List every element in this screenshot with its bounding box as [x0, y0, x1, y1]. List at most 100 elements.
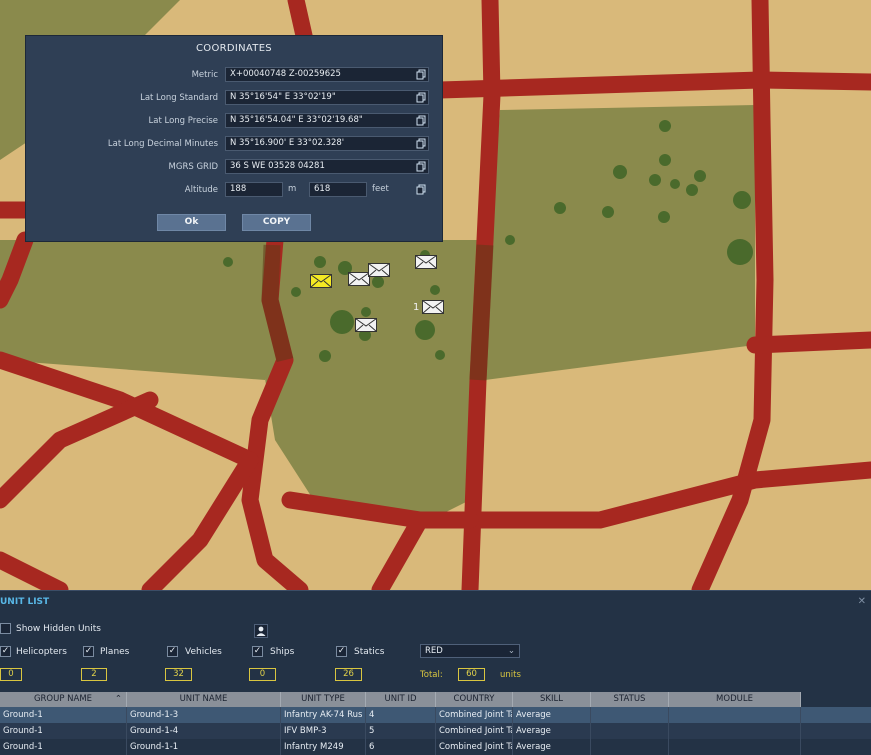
latlong-decimal-row: Lat Long Decimal Minutes N 35°16.900' E …: [26, 136, 444, 152]
altitude-meters-field[interactable]: 188: [225, 182, 283, 197]
map-unit-number: 1: [413, 302, 420, 313]
latlong-precise-field[interactable]: N 35°16'54.04" E 33°02'19.68": [225, 113, 429, 128]
table-row[interactable]: Ground-1 Ground-1-3 Infantry AK-74 Rus v…: [0, 707, 871, 723]
total-label: Total:: [420, 670, 443, 680]
helicopters-count: 0: [0, 668, 22, 681]
copy-icon[interactable]: [416, 115, 427, 126]
planes-checkbox[interactable]: ✓: [83, 646, 94, 657]
planes-count: 2: [81, 668, 107, 681]
units-label: units: [500, 670, 521, 680]
show-hidden-checkbox[interactable]: [0, 623, 11, 634]
table-row[interactable]: Ground-1 Ground-1-1 Infantry M249 6 Comb…: [0, 739, 871, 755]
latlong-decimal-label: Lat Long Decimal Minutes: [107, 139, 218, 149]
group-name-cell: Ground-1: [0, 723, 127, 739]
unit-name-cell: Ground-1-4: [127, 723, 281, 739]
helicopters-label: Helicopters: [16, 647, 67, 657]
ships-checkbox[interactable]: ✓: [252, 646, 263, 657]
country-cell: Combined Joint Task Forces Red: [436, 723, 513, 739]
column-skill[interactable]: SKILL: [513, 692, 591, 707]
vehicles-label: Vehicles: [185, 647, 222, 657]
altitude-label: Altitude: [184, 185, 218, 195]
status-cell: [591, 739, 669, 755]
skill-cell: Average: [513, 739, 591, 755]
coalition-value: RED: [425, 646, 443, 656]
unit-type-cell: Infantry M249: [281, 739, 366, 755]
group-name-cell: Ground-1: [0, 707, 127, 723]
coalition-select[interactable]: RED ⌄: [420, 644, 520, 658]
skill-cell: Average: [513, 723, 591, 739]
country-cell: Combined Joint Task Forces Red: [436, 707, 513, 723]
statics-count: 26: [335, 668, 362, 681]
skill-cell: Average: [513, 707, 591, 723]
unit-envelope-icon[interactable]: [422, 300, 444, 314]
metric-row: Metric X+00040748 Z-00259625: [26, 67, 444, 83]
statics-checkbox[interactable]: ✓: [336, 646, 347, 657]
mgrs-field[interactable]: 36 S WE 03528 04281: [225, 159, 429, 174]
coordinates-dialog: COORDINATES Metric X+00040748 Z-00259625…: [25, 35, 443, 242]
unit-envelope-icon[interactable]: [348, 272, 370, 286]
column-unit-id[interactable]: UNIT ID: [366, 692, 436, 707]
copy-icon[interactable]: [416, 138, 427, 149]
latlong-precise-label: Lat Long Precise: [148, 116, 218, 126]
mgrs-row: MGRS GRID 36 S WE 03528 04281: [26, 159, 444, 175]
unit-id-cell: 4: [366, 707, 436, 723]
show-hidden-label: Show Hidden Units: [16, 624, 101, 634]
chevron-down-icon: ⌄: [507, 646, 515, 656]
unit-envelope-icon[interactable]: [368, 263, 390, 277]
copy-icon[interactable]: [416, 161, 427, 172]
ok-button[interactable]: Ok: [157, 214, 226, 231]
column-module[interactable]: MODULE: [669, 692, 801, 707]
vehicles-checkbox[interactable]: ✓: [167, 646, 178, 657]
unit-list-panel: UNIT LIST ✕ Show Hidden Units ✓ Helicopt…: [0, 590, 871, 755]
copy-icon[interactable]: [416, 69, 427, 80]
group-name-cell: Ground-1: [0, 739, 127, 755]
module-cell: [669, 707, 801, 723]
metric-field[interactable]: X+00040748 Z-00259625: [225, 67, 429, 82]
latlong-standard-label: Lat Long Standard: [140, 93, 218, 103]
unit-id-cell: 5: [366, 723, 436, 739]
table-row[interactable]: Ground-1 Ground-1-4 IFV BMP-3 5 Combined…: [0, 723, 871, 739]
close-icon[interactable]: ✕: [858, 596, 866, 607]
statics-label: Statics: [354, 647, 385, 657]
mgrs-label: MGRS GRID: [168, 162, 218, 172]
column-status[interactable]: STATUS: [591, 692, 669, 707]
unit-id-cell: 6: [366, 739, 436, 755]
table-header: GROUP NAME ⌃ UNIT NAME UNIT TYPE UNIT ID …: [0, 692, 871, 707]
ships-count: 0: [249, 668, 276, 681]
column-unit-type[interactable]: UNIT TYPE: [281, 692, 366, 707]
helicopters-checkbox[interactable]: ✓: [0, 646, 11, 657]
status-cell: [591, 723, 669, 739]
total-count: 60: [458, 668, 485, 681]
module-cell: [669, 739, 801, 755]
meters-unit-label: m: [288, 184, 297, 194]
dialog-title: COORDINATES: [196, 43, 272, 54]
latlong-decimal-field[interactable]: N 35°16.900' E 33°02.328': [225, 136, 429, 151]
metric-label: Metric: [191, 70, 218, 80]
latlong-standard-field[interactable]: N 35°16'54" E 33°02'19": [225, 90, 429, 105]
column-country[interactable]: COUNTRY: [436, 692, 513, 707]
selected-unit-envelope-icon[interactable]: [310, 274, 332, 288]
vehicles-count: 32: [165, 668, 192, 681]
latlong-standard-row: Lat Long Standard N 35°16'54" E 33°02'19…: [26, 90, 444, 106]
unit-envelope-icon[interactable]: [355, 318, 377, 332]
unit-type-cell: IFV BMP-3: [281, 723, 366, 739]
copy-icon[interactable]: [416, 92, 427, 103]
feet-unit-label: feet: [372, 184, 389, 194]
sort-up-icon: ⌃: [114, 694, 122, 704]
copy-button[interactable]: COPY: [242, 214, 311, 231]
unit-type-cell: Infantry AK-74 Rus ver.1: [281, 707, 366, 723]
unit-list-title: UNIT LIST: [0, 597, 50, 607]
country-cell: Combined Joint Task Forces Red: [436, 739, 513, 755]
copy-icon[interactable]: [416, 184, 427, 195]
planes-label: Planes: [100, 647, 130, 657]
latlong-precise-row: Lat Long Precise N 35°16'54.04" E 33°02'…: [26, 113, 444, 129]
module-cell: [669, 723, 801, 739]
user-icon[interactable]: [254, 624, 268, 638]
unit-envelope-icon[interactable]: [415, 255, 437, 269]
unit-name-cell: Ground-1-1: [127, 739, 281, 755]
unit-name-cell: Ground-1-3: [127, 707, 281, 723]
column-unit-name[interactable]: UNIT NAME: [127, 692, 281, 707]
status-cell: [591, 707, 669, 723]
altitude-feet-field[interactable]: 618: [309, 182, 367, 197]
column-group-name[interactable]: GROUP NAME ⌃: [0, 692, 127, 707]
